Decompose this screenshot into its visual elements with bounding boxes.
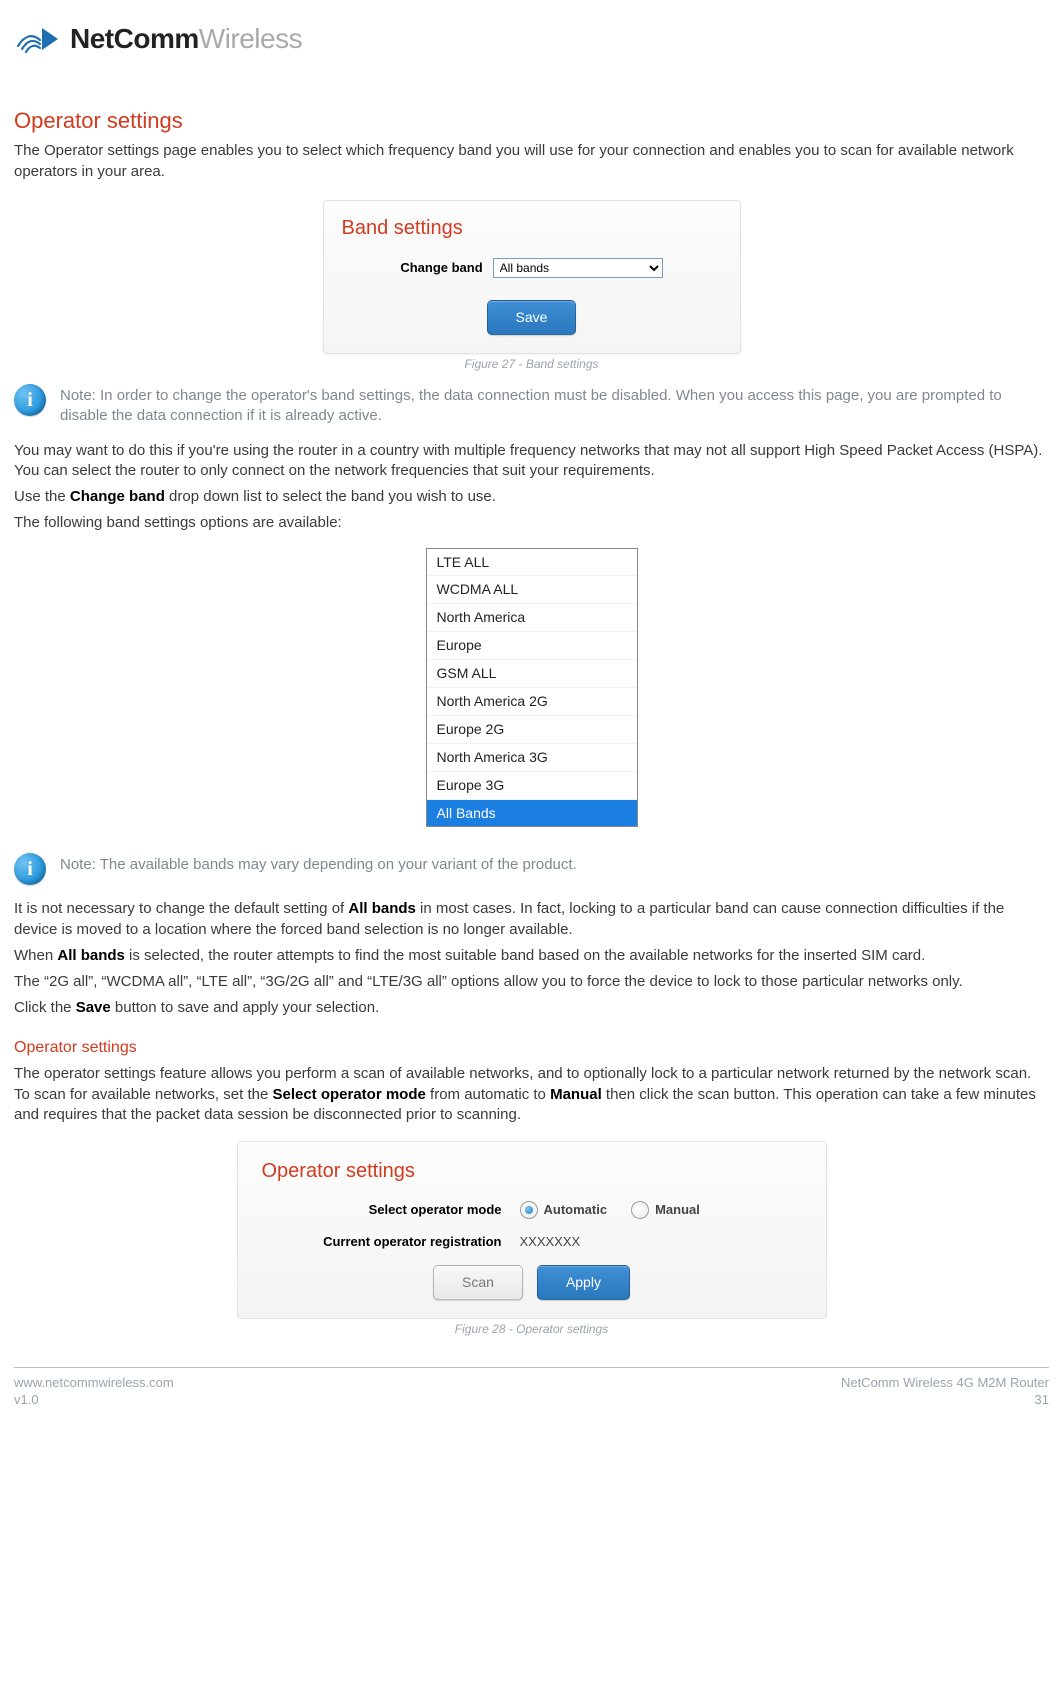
info-icon: i xyxy=(14,384,46,416)
radio-automatic[interactable]: Automatic xyxy=(520,1201,608,1219)
band-option[interactable]: WCDMA ALL xyxy=(427,576,637,604)
band-option[interactable]: Europe xyxy=(427,632,637,660)
current-registration-value: XXXXXXX xyxy=(520,1233,581,1251)
note-1: i Note: In order to change the operator'… xyxy=(14,384,1049,427)
select-operator-mode-label: Select operator mode xyxy=(262,1201,520,1219)
band-option[interactable]: Europe 2G xyxy=(427,716,637,744)
band-option[interactable]: All Bands xyxy=(427,800,637,827)
radio-dot-selected-icon xyxy=(520,1201,538,1219)
change-band-select[interactable]: All bands xyxy=(493,258,663,278)
current-registration-label: Current operator registration xyxy=(262,1233,520,1251)
footer-product: NetComm Wireless 4G M2M Router xyxy=(841,1374,1049,1392)
note-2-text: Note: The available bands may vary depen… xyxy=(60,853,577,875)
note-2: i Note: The available bands may vary dep… xyxy=(14,853,1049,885)
intro-paragraph: The Operator settings page enables you t… xyxy=(14,141,1049,182)
radio-automatic-label: Automatic xyxy=(544,1201,608,1219)
change-band-label: Change band xyxy=(400,259,482,277)
page-title: Operator settings xyxy=(14,106,1049,136)
band-option[interactable]: GSM ALL xyxy=(427,660,637,688)
figure-27-caption: Figure 27 - Band settings xyxy=(14,356,1049,372)
brand-name: NetCommWireless xyxy=(70,20,302,58)
paragraph-change-band: Use the Change band drop down list to se… xyxy=(14,487,1049,507)
brand-header: NetCommWireless xyxy=(14,20,1049,58)
paragraph-all-bands-behavior: When All bands is selected, the router a… xyxy=(14,946,1049,966)
brand-logo-icon xyxy=(14,22,60,56)
footer-version: v1.0 xyxy=(14,1391,174,1409)
scan-button[interactable]: Scan xyxy=(433,1265,523,1300)
page-footer: www.netcommwireless.com v1.0 NetComm Wir… xyxy=(14,1367,1049,1409)
paragraph-options-intro: The following band settings options are … xyxy=(14,513,1049,533)
band-option[interactable]: LTE ALL xyxy=(427,549,637,577)
band-settings-panel: Band settings Change band All bands Save xyxy=(323,200,741,354)
info-icon: i xyxy=(14,853,46,885)
figure-28-caption: Figure 28 - Operator settings xyxy=(14,1321,1049,1337)
band-option[interactable]: North America xyxy=(427,604,637,632)
note-1-text: Note: In order to change the operator's … xyxy=(60,384,1049,427)
band-option[interactable]: North America 3G xyxy=(427,744,637,772)
band-options-dropdown[interactable]: LTE ALLWCDMA ALLNorth AmericaEuropeGSM A… xyxy=(426,548,638,828)
footer-page-number: 31 xyxy=(1035,1391,1049,1409)
brand-name-light: Wireless xyxy=(199,23,302,54)
brand-name-bold: NetComm xyxy=(70,23,199,54)
paragraph-hspa: You may want to do this if you're using … xyxy=(14,441,1049,482)
band-option[interactable]: North America 2G xyxy=(427,688,637,716)
radio-manual-label: Manual xyxy=(655,1201,700,1219)
band-settings-title: Band settings xyxy=(342,215,722,242)
radio-dot-unselected-icon xyxy=(631,1201,649,1219)
footer-url: www.netcommwireless.com xyxy=(14,1374,174,1392)
save-button[interactable]: Save xyxy=(487,300,577,335)
paragraph-lock-options: The “2G all”, “WCDMA all”, “LTE all”, “3… xyxy=(14,972,1049,992)
radio-manual[interactable]: Manual xyxy=(631,1201,700,1219)
apply-button[interactable]: Apply xyxy=(537,1265,630,1300)
paragraph-all-bands-default: It is not necessary to change the defaul… xyxy=(14,899,1049,940)
operator-settings-subtitle: Operator settings xyxy=(14,1037,1049,1059)
operator-settings-body: The operator settings feature allows you… xyxy=(14,1064,1049,1125)
band-option[interactable]: Europe 3G xyxy=(427,772,637,800)
operator-settings-panel: Operator settings Select operator mode A… xyxy=(237,1141,827,1318)
paragraph-click-save: Click the Save button to save and apply … xyxy=(14,998,1049,1018)
operator-settings-panel-title: Operator settings xyxy=(262,1158,802,1185)
